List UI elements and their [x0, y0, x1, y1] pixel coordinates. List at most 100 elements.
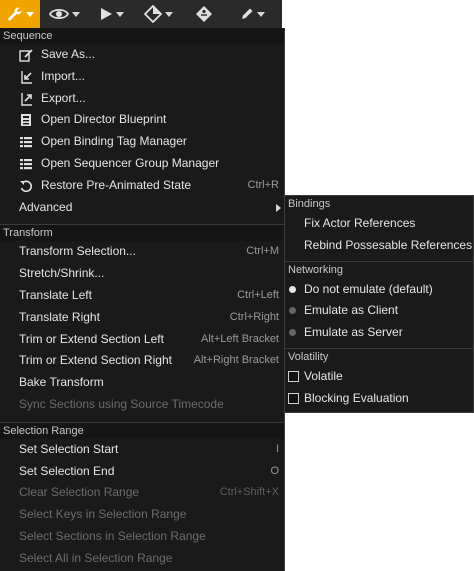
- menu-item-label: Translate Right: [19, 309, 100, 324]
- menu-item-shortcut: Alt+Left Bracket: [201, 332, 279, 345]
- menu-item-label: Sync Sections using Source Timecode: [19, 396, 224, 411]
- general-options-menu: Sequence Save As... Import... Export... …: [0, 28, 285, 571]
- menu-item-label: Rebind Possesable References: [304, 237, 473, 252]
- menu-item-label: Blocking Evaluation: [304, 390, 409, 405]
- chevron-down-icon: [25, 11, 34, 17]
- menu-item-label: Do not emulate (default): [304, 281, 433, 296]
- menu-item-advanced[interactable]: Advanced: [0, 197, 284, 219]
- eye-icon: [48, 8, 69, 20]
- menu-item-label: Set Selection End: [19, 463, 115, 478]
- menu-item-trim-extend-right[interactable]: Trim or Extend Section Right Alt+Right B…: [0, 350, 284, 372]
- section-header-bindings: Bindings: [288, 198, 331, 210]
- export-icon: [21, 92, 32, 106]
- menu-item-import[interactable]: Import...: [0, 66, 284, 88]
- menu-item-open-director-blueprint[interactable]: Open Director Blueprint: [0, 109, 284, 131]
- menu-item-set-selection-start[interactable]: Set Selection Start I: [0, 439, 284, 461]
- menu-item-shortcut: I: [275, 442, 279, 455]
- menu-item-sync-sections-timecode: Sync Sections using Source Timecode: [0, 394, 284, 416]
- menu-item-label: Stretch/Shrink...: [19, 266, 105, 281]
- menu-item-label: Save As...: [41, 47, 96, 61]
- menu-item-set-selection-end[interactable]: Set Selection End O: [0, 461, 284, 483]
- menu-item-label: Open Director Blueprint: [41, 112, 167, 127]
- section-header-networking: Networking: [285, 260, 473, 279]
- menu-item-shortcut: Ctrl+Shift+X: [219, 486, 279, 499]
- blueprint-icon: [21, 114, 31, 127]
- menu-item-transform-selection[interactable]: Transform Selection... Ctrl+M: [0, 241, 284, 263]
- menu-item-emulate-as-client[interactable]: Emulate as Client: [285, 300, 473, 322]
- menu-item-emulate-as-server[interactable]: Emulate as Server: [285, 322, 473, 344]
- section-header-transform: Transform: [0, 224, 284, 242]
- menu-item-fix-actor-references[interactable]: Fix Actor References: [285, 213, 473, 235]
- menu-item-shortcut: Ctrl+Left: [237, 288, 279, 301]
- menu-item-label: Translate Left: [19, 287, 92, 302]
- general-options-button[interactable]: [0, 0, 40, 28]
- menu-item-bake-transform[interactable]: Bake Transform: [0, 372, 284, 394]
- restore-icon: [20, 180, 32, 192]
- menu-item-shortcut: Ctrl+Right: [229, 310, 279, 323]
- menu-item-shortcut: Alt+Right Bracket: [193, 354, 279, 367]
- menu-item-label: Select Sections in Selection Range: [19, 528, 206, 543]
- menu-item-restore-pre-animated-state[interactable]: Restore Pre-Animated State Ctrl+R: [0, 175, 284, 197]
- menu-item-label: Volatile: [304, 368, 343, 383]
- menu-item-label: Bake Transform: [19, 375, 104, 390]
- chevron-right-icon: [276, 203, 281, 212]
- radio-unselected-icon: [289, 307, 296, 315]
- menu-item-open-sequencer-group-manager[interactable]: Open Sequencer Group Manager: [0, 153, 284, 175]
- import-icon: [21, 70, 32, 84]
- menu-item-label: Fix Actor References: [304, 216, 416, 230]
- section-header-volatility: Volatility: [285, 347, 473, 366]
- menu-item-label: Export...: [41, 90, 86, 105]
- menu-item-select-keys-in-range: Select Keys in Selection Range: [0, 504, 284, 526]
- advanced-submenu: Bindings Fix Actor References Rebind Pos…: [284, 195, 474, 413]
- menu-item-select-sections-in-range: Select Sections in Selection Range: [0, 526, 284, 548]
- menu-item-label: Open Binding Tag Manager: [41, 134, 187, 149]
- menu-item-volatile[interactable]: Volatile: [285, 366, 473, 388]
- menu-item-do-not-emulate[interactable]: Do not emulate (default): [285, 279, 473, 301]
- section-header-sequence: Sequence: [0, 28, 284, 44]
- pencil-icon: [241, 8, 252, 19]
- menu-item-label: Emulate as Client: [304, 303, 399, 318]
- key-options-button[interactable]: [134, 0, 182, 28]
- save-as-icon: [19, 49, 33, 62]
- menu-item-label: Emulate as Server: [304, 325, 403, 340]
- checkbox-unchecked-icon[interactable]: [288, 370, 299, 382]
- radio-selected-icon: [289, 285, 296, 293]
- radio-unselected-icon: [289, 329, 296, 337]
- edit-options-button[interactable]: [226, 0, 278, 28]
- menu-item-label: Trim or Extend Section Left: [19, 331, 164, 346]
- menu-item-label: Trim or Extend Section Right: [19, 353, 172, 368]
- menu-item-translate-left[interactable]: Translate Left Ctrl+Left: [0, 285, 284, 307]
- menu-item-label: Open Sequencer Group Manager: [41, 155, 220, 170]
- sequencer-toolbar: [0, 0, 282, 28]
- menu-item-trim-extend-left[interactable]: Trim or Extend Section Left Alt+Left Bra…: [0, 329, 284, 351]
- menu-item-blocking-evaluation[interactable]: Blocking Evaluation: [285, 388, 473, 410]
- menu-item-open-binding-tag-manager[interactable]: Open Binding Tag Manager: [0, 131, 284, 153]
- menu-item-rebind-possesable-references[interactable]: Rebind Possesable References: [285, 235, 473, 257]
- play-icon: [100, 8, 112, 20]
- menu-item-stretch-shrink[interactable]: Stretch/Shrink...: [0, 263, 284, 285]
- menu-item-select-all-in-range: Select All in Selection Range: [0, 548, 284, 570]
- chevron-down-icon: [256, 11, 265, 17]
- menu-item-clear-selection-range: Clear Selection Range Ctrl+Shift+X: [0, 482, 284, 504]
- auto-key-button[interactable]: [182, 0, 226, 28]
- chevron-down-icon: [115, 11, 124, 17]
- checkbox-unchecked-icon[interactable]: [288, 392, 299, 404]
- diamond-key-icon: [143, 5, 162, 23]
- menu-item-label: Clear Selection Range: [19, 485, 140, 500]
- menu-item-label: Advanced: [19, 199, 73, 214]
- wrench-icon: [7, 7, 21, 21]
- menu-item-label: Select All in Selection Range: [19, 550, 173, 565]
- menu-item-label: Transform Selection...: [19, 244, 136, 259]
- chevron-down-icon: [71, 11, 80, 17]
- list-icon: [20, 158, 32, 170]
- menu-item-shortcut: Ctrl+M: [246, 245, 279, 258]
- list-icon: [20, 137, 32, 148]
- menu-item-save-as[interactable]: Save As...: [0, 44, 284, 66]
- menu-item-shortcut: O: [270, 464, 279, 477]
- menu-item-translate-right[interactable]: Translate Right Ctrl+Right: [0, 307, 284, 329]
- key-tag-icon: [196, 6, 212, 22]
- playback-options-button[interactable]: [88, 0, 134, 28]
- chevron-down-icon: [164, 11, 173, 17]
- view-options-button[interactable]: [40, 0, 88, 28]
- menu-item-export[interactable]: Export...: [0, 88, 284, 110]
